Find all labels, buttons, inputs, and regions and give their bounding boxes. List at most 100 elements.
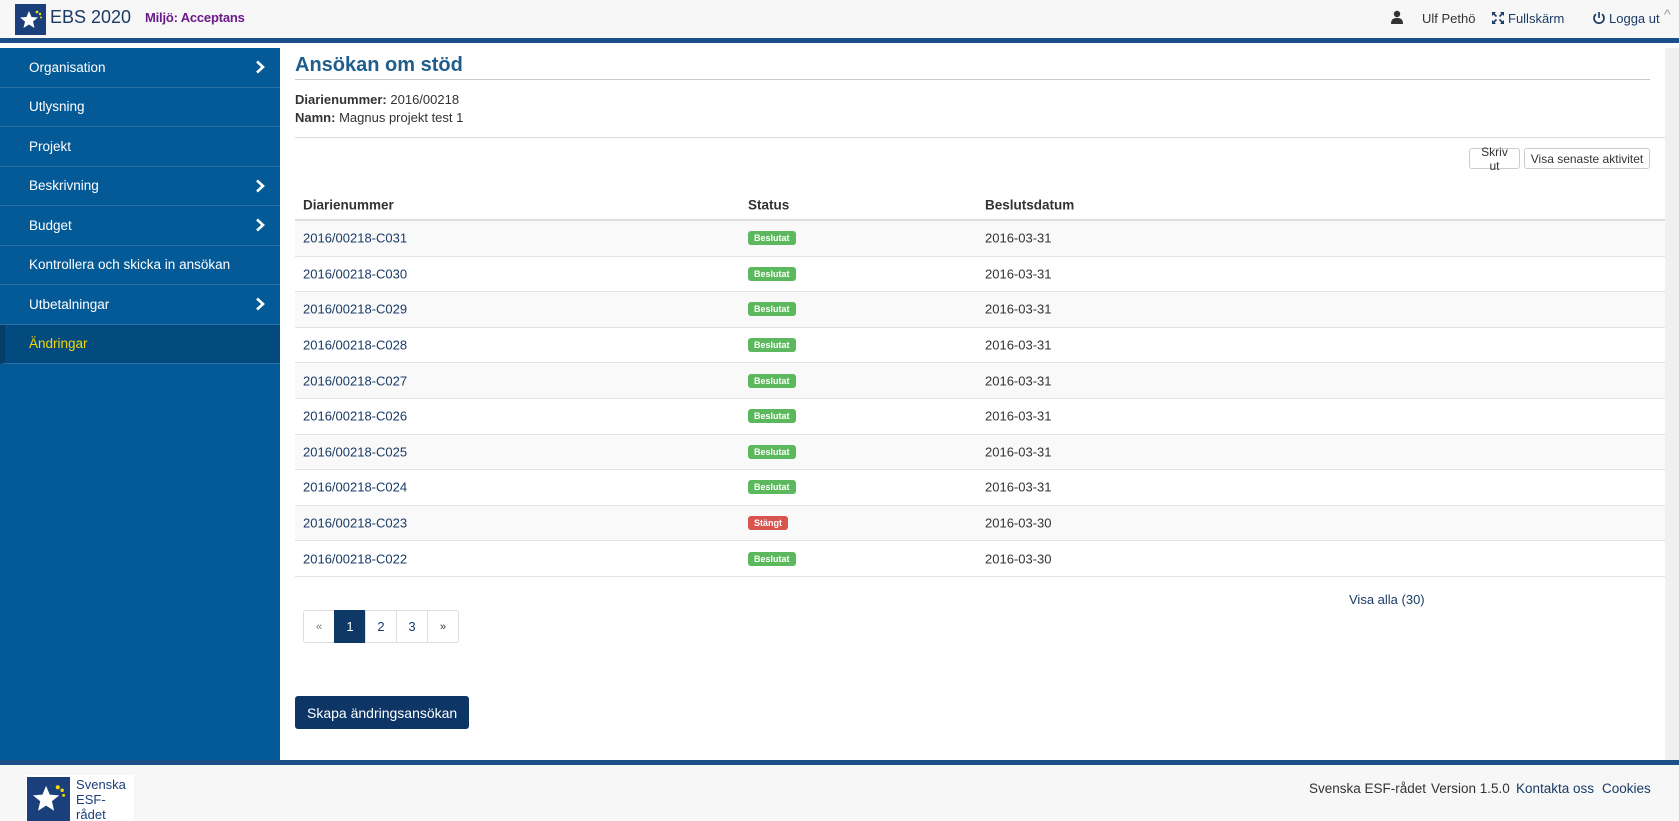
decision-date: 2016-03-31 [985, 408, 1052, 424]
sidebar-item[interactable]: Budget [0, 206, 280, 246]
diarienummer-link[interactable]: 2016/00218-C022 [303, 551, 407, 566]
table-body: 2016/00218-C031 Beslutat 2016-03-31 2016/00… [295, 221, 1665, 577]
esf-logo-text: Svenska ESF-rådet [76, 777, 134, 821]
sidebar-item[interactable]: Ändringar [0, 324, 280, 364]
decision-date: 2016-03-31 [985, 479, 1052, 495]
decision-date: 2016-03-31 [985, 444, 1052, 460]
environment-label: Miljö: [145, 10, 178, 25]
contact-link[interactable]: Kontakta oss [1516, 781, 1594, 796]
environment-value: Acceptans [180, 10, 245, 25]
scrollbar-track[interactable] [1665, 48, 1679, 760]
pagination-page-1[interactable]: 1 [334, 610, 366, 643]
show-latest-activity-button[interactable]: Visa senaste aktivitet [1524, 148, 1650, 169]
pagination-page-3[interactable]: 3 [396, 610, 428, 643]
status-badge: Beslutat [748, 444, 796, 459]
top-header: EBS 2020 Miljö: Acceptans Ulf Pethö Full… [0, 0, 1679, 43]
environment-indicator: Miljö: Acceptans [145, 10, 245, 25]
table-row: 2016/00218-C025 Beslutat 2016-03-31 [295, 434, 1665, 471]
footer: Svenska ESF-rådet Svenska ESF-rådet Vers… [0, 760, 1679, 821]
pagination: «1 2 3» [303, 610, 459, 643]
sidebar-nav: Organisation Utlysning Projekt Beskrivning B… [0, 48, 280, 760]
meta-divider [295, 137, 1665, 138]
sidebar-item[interactable]: Utbetalningar [0, 285, 280, 325]
esf-logo[interactable]: Svenska ESF-rådet [26, 775, 134, 821]
sidebar-item[interactable]: Kontrollera och skicka in ansökan [0, 246, 280, 285]
name-label: Namn: [295, 110, 336, 125]
cookies-link[interactable]: Cookies [1602, 781, 1651, 796]
decision-date: 2016-03-31 [985, 373, 1052, 389]
decision-date: 2016-03-31 [985, 266, 1052, 282]
pagination-prev-button[interactable]: « [303, 610, 335, 643]
column-header-beslutsdatum[interactable]: Beslutsdatum [985, 197, 1074, 212]
decision-date: 2016-03-31 [985, 337, 1052, 353]
page-title: Ansökan om stöd [295, 54, 463, 76]
project-name-info: Namn: Magnus projekt test 1 [295, 110, 463, 125]
table-row: 2016/00218-C024 Beslutat 2016-03-31 [295, 470, 1665, 506]
power-icon[interactable] [1592, 11, 1606, 25]
sidebar-item-label: Beskrivning [29, 178, 99, 194]
diarienummer-link[interactable]: 2016/00218-C028 [303, 338, 407, 353]
diarienummer-link[interactable]: 2016/00218-C026 [303, 409, 407, 424]
diarienummer-link[interactable]: 2016/00218-C030 [303, 266, 407, 281]
table-row: 2016/00218-C030 Beslutat 2016-03-31 [295, 257, 1665, 293]
sidebar-item-label: Utbetalningar [29, 296, 110, 312]
name-value: Magnus projekt test 1 [339, 110, 464, 125]
table-row: 2016/00218-C029 Beslutat 2016-03-31 [295, 292, 1665, 328]
fullscreen-button[interactable]: Fullskärm [1508, 11, 1564, 26]
status-badge: Beslutat [748, 302, 796, 317]
chevron-right-icon [256, 218, 265, 232]
caret-up-icon[interactable]: ^ [1664, 6, 1671, 22]
diarienummer-value: 2016/00218 [390, 92, 460, 107]
title-divider [295, 79, 1650, 80]
column-header-status[interactable]: Status [748, 197, 789, 212]
chevron-right-icon [256, 60, 265, 74]
app-title[interactable]: EBS 2020 [50, 7, 131, 28]
status-badge: Beslutat [748, 266, 796, 281]
decision-date: 2016-03-31 [985, 230, 1052, 246]
footer-version: Version 1.5.0 [1431, 781, 1510, 796]
pagination-page-2[interactable]: 2 [365, 610, 397, 643]
chevron-right-icon [256, 297, 265, 311]
sidebar-item[interactable]: Projekt [0, 127, 280, 167]
diarienummer-link[interactable]: 2016/00218-C027 [303, 373, 407, 388]
sidebar-item-label: Ändringar [29, 336, 88, 352]
table-row: 2016/00218-C023 Stängt 2016-03-30 [295, 505, 1665, 542]
star-logo-icon[interactable] [15, 4, 46, 35]
sidebar-item-label: Budget [29, 217, 72, 233]
diarienummer-label: Diarienummer: [295, 92, 387, 107]
table-row: 2016/00218-C026 Beslutat 2016-03-31 [295, 399, 1665, 435]
table-row: 2016/00218-C022 Beslutat 2016-03-30 [295, 541, 1665, 577]
status-badge: Beslutat [748, 338, 796, 353]
decision-date: 2016-03-30 [985, 551, 1052, 567]
sidebar-item-label: Kontrollera och skicka in ansökan [29, 257, 231, 273]
show-all-link[interactable]: Visa alla (30) [1349, 592, 1425, 607]
table-row: 2016/00218-C027 Beslutat 2016-03-31 [295, 363, 1665, 399]
status-badge: Beslutat [748, 551, 796, 566]
create-change-request-button[interactable]: Skapa ändringsansökan [295, 696, 470, 729]
table-header: Diarienummer Status Beslutsdatum [295, 190, 1665, 221]
diarienummer-link[interactable]: 2016/00218-C031 [303, 231, 407, 246]
logo-line-1: Svenska [76, 776, 126, 792]
diarienummer-link[interactable]: 2016/00218-C029 [303, 302, 407, 317]
status-badge: Beslutat [748, 480, 796, 495]
column-header-diarienummer[interactable]: Diarienummer [303, 197, 394, 212]
table-row: 2016/00218-C031 Beslutat 2016-03-31 [295, 221, 1665, 257]
pagination-next-button[interactable]: » [427, 610, 459, 643]
logout-button[interactable]: Logga ut [1609, 11, 1660, 26]
sidebar-item-label: Organisation [29, 59, 106, 75]
sidebar-item[interactable]: Utlysning [0, 88, 280, 127]
fullscreen-icon[interactable] [1491, 11, 1505, 25]
diarienummer-link[interactable]: 2016/00218-C025 [303, 444, 407, 459]
status-badge: Beslutat [748, 231, 796, 246]
status-badge: Stängt [748, 516, 788, 531]
diarienummer-link[interactable]: 2016/00218-C024 [303, 480, 407, 495]
print-button[interactable]: Skriv ut [1469, 145, 1520, 173]
sidebar-item[interactable]: Beskrivning [0, 167, 280, 206]
sidebar-item-label: Utlysning [29, 99, 85, 115]
esf-star-icon [27, 777, 71, 821]
main-content: Ansökan om stöd Diarienummer: 2016/00218… [280, 48, 1665, 760]
sidebar-item[interactable]: Organisation [0, 48, 280, 88]
user-name[interactable]: Ulf Pethö [1422, 11, 1475, 26]
diarienummer-info: Diarienummer: 2016/00218 [295, 92, 459, 107]
diarienummer-link[interactable]: 2016/00218-C023 [303, 516, 407, 531]
